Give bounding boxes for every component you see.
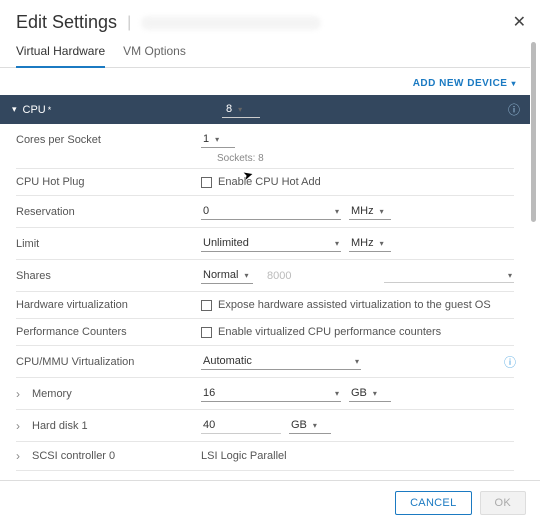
shares-extra-select[interactable]: ▾ bbox=[384, 269, 514, 283]
chevron-down-icon: ▾ bbox=[355, 357, 359, 366]
cpu-count-select[interactable]: 8 ▾ bbox=[222, 101, 260, 118]
cursor-icon: ➤ bbox=[241, 167, 254, 183]
scsi-controller-0-label: SCSI controller 0 bbox=[32, 450, 115, 462]
enable-perf-counters-label: Enable virtualized CPU performance count… bbox=[218, 326, 441, 338]
memory-label: Memory bbox=[32, 388, 72, 400]
chevron-right-icon bbox=[16, 419, 26, 433]
memory-unit-select[interactable]: GB ▾ bbox=[349, 385, 391, 402]
reservation-select[interactable]: 0 ▾ bbox=[201, 203, 341, 220]
expose-hw-virt-checkbox[interactable]: Expose hardware assisted virtualization … bbox=[201, 299, 491, 311]
chevron-down-icon: ▾ bbox=[313, 421, 317, 430]
cpu-hot-plug-label: CPU Hot Plug bbox=[16, 176, 201, 188]
checkbox-icon bbox=[201, 327, 212, 338]
hard-disk-1-label: Hard disk 1 bbox=[32, 420, 88, 432]
shares-number-input[interactable]: 8000 bbox=[267, 270, 291, 282]
chevron-down-icon: ▾ bbox=[12, 104, 17, 115]
scsi-controller-0-row[interactable]: SCSI controller 0 bbox=[16, 449, 201, 463]
chevron-down-icon: ▾ bbox=[380, 239, 384, 248]
cores-per-socket-label: Cores per Socket bbox=[16, 134, 201, 146]
reservation-label: Reservation bbox=[16, 206, 201, 218]
chevron-down-icon: ▾ bbox=[244, 271, 248, 280]
chevron-down-icon: ▾ bbox=[215, 135, 219, 144]
chevron-down-icon: ▾ bbox=[380, 207, 384, 216]
chevron-down-icon: ▾ bbox=[335, 207, 339, 216]
chevron-down-icon: ▾ bbox=[335, 239, 339, 248]
memory-value-select[interactable]: 16 ▾ bbox=[201, 385, 341, 402]
shares-value: Normal bbox=[203, 269, 238, 281]
chevron-down-icon: ▾ bbox=[335, 389, 339, 398]
dialog-title: Edit Settings bbox=[16, 12, 117, 33]
title-divider: | bbox=[127, 14, 131, 32]
hdd1-unit-value: GB bbox=[291, 419, 307, 431]
limit-unit-value: MHz bbox=[351, 237, 374, 249]
chevron-right-icon bbox=[16, 449, 26, 463]
limit-select[interactable]: Unlimited ▾ bbox=[201, 235, 341, 252]
memory-value: 16 bbox=[203, 387, 215, 399]
chevron-down-icon: ▾ bbox=[238, 105, 242, 114]
chevron-down-icon: ▾ bbox=[511, 79, 516, 88]
checkbox-icon bbox=[201, 177, 212, 188]
limit-unit-select[interactable]: MHz ▾ bbox=[349, 235, 391, 252]
add-new-device-button[interactable]: ADD NEW DEVICE ▾ bbox=[0, 68, 530, 95]
limit-value: Unlimited bbox=[203, 237, 249, 249]
required-indicator: * bbox=[48, 105, 52, 115]
scsi-controller-0-value: LSI Logic Parallel bbox=[201, 450, 287, 462]
enable-cpu-hot-add-label: Enable CPU Hot Add bbox=[218, 176, 321, 188]
cpu-section-header[interactable]: ▾ CPU * 8 ▾ ⓘ bbox=[0, 95, 530, 124]
cpu-section-label: CPU bbox=[23, 104, 46, 116]
info-icon[interactable]: ⓘ bbox=[508, 101, 520, 118]
shares-select[interactable]: Normal ▾ bbox=[201, 267, 253, 284]
checkbox-icon bbox=[201, 300, 212, 311]
reservation-unit-select[interactable]: MHz ▾ bbox=[349, 203, 391, 220]
reservation-value: 0 bbox=[203, 205, 209, 217]
scrollbar[interactable] bbox=[531, 42, 536, 222]
cpu-mmu-virt-value: Automatic bbox=[203, 355, 252, 367]
cores-per-socket-select[interactable]: 1 ▾ bbox=[201, 131, 235, 148]
tab-vm-options[interactable]: VM Options bbox=[123, 38, 186, 67]
enable-cpu-hot-add-checkbox[interactable]: Enable CPU Hot Add bbox=[201, 176, 321, 188]
perf-counters-label: Performance Counters bbox=[16, 326, 201, 338]
shares-label: Shares bbox=[16, 270, 201, 282]
reservation-unit-value: MHz bbox=[351, 205, 374, 217]
memory-unit-value: GB bbox=[351, 387, 367, 399]
cpu-mmu-virt-label: CPU/MMU Virtualization bbox=[16, 356, 201, 368]
expose-hw-virt-label: Expose hardware assisted virtualization … bbox=[218, 299, 491, 311]
hw-virtualization-label: Hardware virtualization bbox=[16, 299, 201, 311]
chevron-down-icon: ▾ bbox=[373, 389, 377, 398]
tab-virtual-hardware[interactable]: Virtual Hardware bbox=[16, 38, 105, 68]
cpu-count-value: 8 bbox=[226, 103, 232, 115]
memory-row[interactable]: Memory bbox=[16, 387, 201, 401]
chevron-right-icon bbox=[16, 387, 26, 401]
ok-button[interactable]: OK bbox=[480, 491, 527, 515]
sockets-caption: Sockets: 8 bbox=[217, 153, 514, 164]
hdd1-unit-select[interactable]: GB ▾ bbox=[289, 417, 331, 434]
info-icon[interactable]: ⓘ bbox=[504, 353, 516, 370]
close-icon[interactable]: ✕ bbox=[513, 12, 526, 32]
chevron-down-icon: ▾ bbox=[508, 271, 512, 280]
cores-per-socket-value: 1 bbox=[203, 133, 209, 145]
hard-disk-1-row[interactable]: Hard disk 1 bbox=[16, 419, 201, 433]
limit-label: Limit bbox=[16, 238, 201, 250]
cancel-button[interactable]: CANCEL bbox=[395, 491, 471, 515]
add-new-device-label: ADD NEW DEVICE bbox=[413, 78, 508, 89]
hdd1-size-input[interactable]: 40 bbox=[201, 417, 281, 434]
vm-name-blurred bbox=[141, 16, 321, 30]
enable-perf-counters-checkbox[interactable]: Enable virtualized CPU performance count… bbox=[201, 326, 441, 338]
hdd1-size-value: 40 bbox=[203, 419, 215, 431]
cpu-mmu-virt-select[interactable]: Automatic ▾ bbox=[201, 353, 361, 370]
